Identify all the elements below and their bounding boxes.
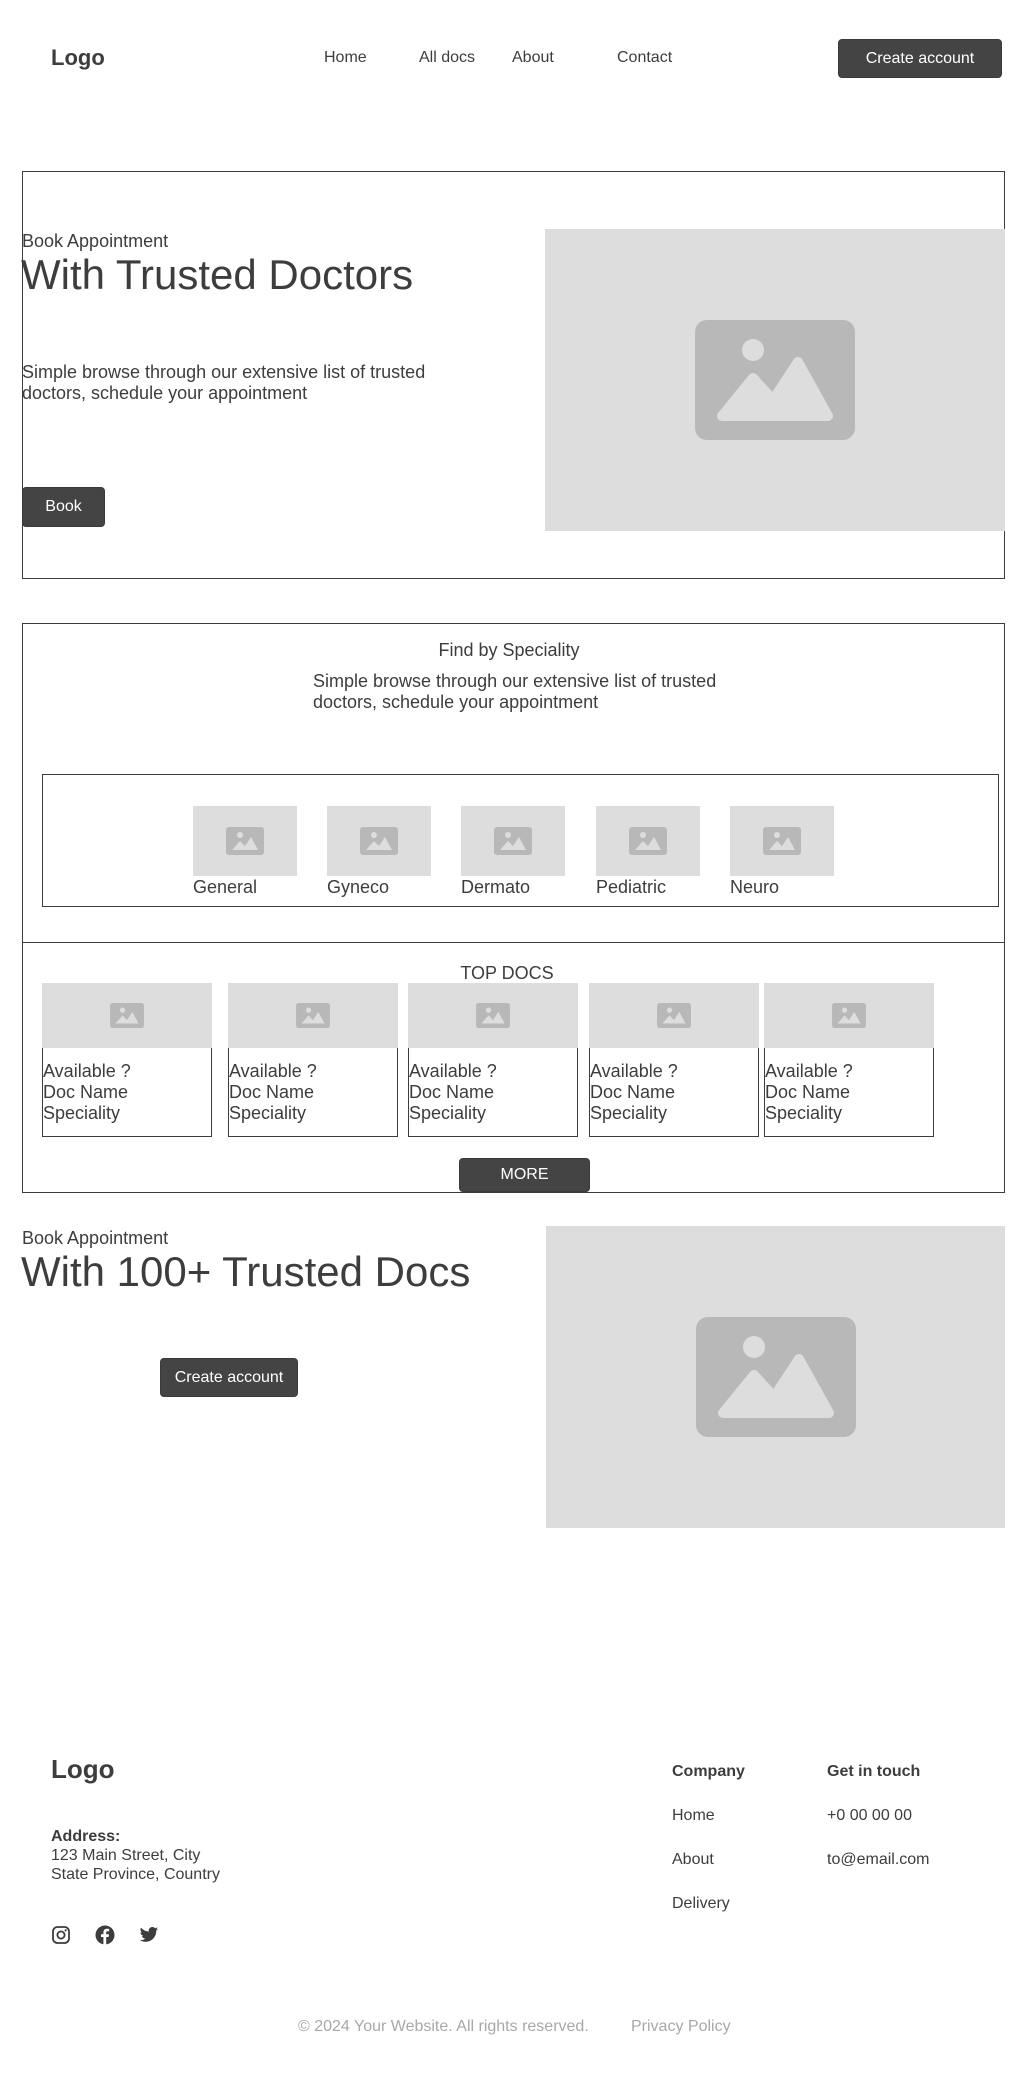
doc-speciality: Speciality <box>43 1103 121 1123</box>
doc-name: Doc Name <box>229 1082 315 1102</box>
promo-kicker: Book Appointment <box>22 1228 169 1248</box>
doc-card-body: Available ? Doc Name Speciality <box>764 1048 934 1137</box>
privacy-policy-link[interactable]: Privacy Policy <box>631 2018 731 2036</box>
doc-image <box>764 983 934 1048</box>
footer-link-delivery[interactable]: Delivery <box>672 1895 730 1913</box>
doc-image <box>408 983 578 1048</box>
more-button[interactable]: MORE <box>459 1158 590 1192</box>
speciality-item-general[interactable]: General <box>193 806 297 898</box>
image-placeholder-icon <box>360 827 398 855</box>
promo-create-account-button[interactable]: Create account <box>160 1358 298 1397</box>
nav-contact[interactable]: Contact <box>617 49 672 67</box>
nav-about[interactable]: About <box>512 49 554 67</box>
doc-card[interactable]: Available ? Doc Name Speciality <box>589 983 759 1137</box>
doc-speciality: Speciality <box>409 1103 487 1123</box>
hero-image <box>545 229 1005 531</box>
doc-card-body: Available ? Doc Name Speciality <box>408 1048 578 1137</box>
image-placeholder-icon <box>476 1003 510 1028</box>
doc-availability: Available ? <box>229 1061 317 1081</box>
promo-image <box>546 1226 1005 1528</box>
section-divider <box>22 942 1005 943</box>
doc-name: Doc Name <box>765 1082 851 1102</box>
doc-card-body: Available ? Doc Name Speciality <box>42 1048 212 1137</box>
speciality-image <box>730 806 834 876</box>
address-label: Address: <box>51 1828 121 1845</box>
doc-availability: Available ? <box>409 1061 497 1081</box>
doc-name: Doc Name <box>409 1082 495 1102</box>
create-account-button[interactable]: Create account <box>838 39 1002 78</box>
facebook-icon[interactable] <box>95 1925 115 1945</box>
speciality-title: Find by Speciality <box>438 640 580 660</box>
image-placeholder-icon <box>695 1317 856 1437</box>
hero-title: With Trusted Doctors <box>21 251 414 298</box>
doc-name: Doc Name <box>590 1082 676 1102</box>
speciality-label: Neuro <box>730 877 780 897</box>
doc-availability: Available ? <box>590 1061 678 1081</box>
speciality-item-dermato[interactable]: Dermato <box>461 806 565 898</box>
speciality-label: Gyneco <box>327 877 390 897</box>
image-placeholder-icon <box>226 827 264 855</box>
image-placeholder-icon <box>494 827 532 855</box>
speciality-label: Pediatric <box>596 877 667 897</box>
instagram-icon[interactable] <box>51 1925 71 1945</box>
doc-speciality: Speciality <box>229 1103 307 1123</box>
doc-image <box>42 983 212 1048</box>
contact-email[interactable]: to@email.com <box>827 1851 930 1869</box>
nav-all-docs[interactable]: All docs <box>419 49 475 67</box>
speciality-item-neuro[interactable]: Neuro <box>730 806 834 898</box>
book-button[interactable]: Book <box>22 487 105 527</box>
twitter-icon[interactable] <box>139 1925 159 1945</box>
doc-speciality: Speciality <box>590 1103 668 1123</box>
copyright-text: © 2024 Your Website. All rights reserved… <box>298 2018 589 2035</box>
image-placeholder-icon <box>832 1003 866 1028</box>
hero-kicker: Book Appointment <box>22 231 169 251</box>
speciality-image <box>596 806 700 876</box>
header-logo[interactable]: Logo <box>51 45 105 71</box>
promo-title: With 100+ Trusted Docs <box>21 1248 471 1295</box>
address-line-1: 123 Main Street, City <box>51 1847 201 1864</box>
footer-link-about[interactable]: About <box>672 1851 714 1869</box>
doc-card[interactable]: Available ? Doc Name Speciality <box>228 983 398 1137</box>
footer-link-home[interactable]: Home <box>672 1807 715 1825</box>
hero-description: Simple browse through our extensive list… <box>22 362 426 403</box>
doc-card[interactable]: Available ? Doc Name Speciality <box>764 983 934 1137</box>
speciality-image <box>327 806 431 876</box>
doc-name: Doc Name <box>43 1082 129 1102</box>
image-placeholder-icon <box>695 320 855 440</box>
image-placeholder-icon <box>296 1003 330 1028</box>
footer-logo[interactable]: Logo <box>51 1754 115 1785</box>
doc-availability: Available ? <box>765 1061 853 1081</box>
top-docs-title: TOP DOCS <box>460 963 554 983</box>
doc-card-body: Available ? Doc Name Speciality <box>589 1048 759 1137</box>
speciality-description: Simple browse through our extensive list… <box>313 671 717 712</box>
speciality-item-gyneco[interactable]: Gyneco <box>327 806 431 898</box>
doc-image <box>589 983 759 1048</box>
image-placeholder-icon <box>763 827 801 855</box>
address-line-2: State Province, Country <box>51 1866 220 1883</box>
speciality-image <box>461 806 565 876</box>
doc-card-body: Available ? Doc Name Speciality <box>228 1048 398 1137</box>
speciality-item-pediatric[interactable]: Pediatric <box>596 806 700 898</box>
image-placeholder-icon <box>629 827 667 855</box>
image-placeholder-icon <box>110 1003 144 1028</box>
doc-availability: Available ? <box>43 1061 131 1081</box>
company-heading: Company <box>672 1763 745 1780</box>
doc-image <box>228 983 398 1048</box>
image-placeholder-icon <box>657 1003 691 1028</box>
doc-card[interactable]: Available ? Doc Name Speciality <box>408 983 578 1137</box>
contact-heading: Get in touch <box>827 1763 921 1780</box>
doc-card[interactable]: Available ? Doc Name Speciality <box>42 983 212 1137</box>
contact-phone[interactable]: +0 00 00 00 <box>827 1807 912 1825</box>
speciality-image <box>193 806 297 876</box>
doc-speciality: Speciality <box>765 1103 843 1123</box>
speciality-label: General <box>193 877 258 897</box>
nav-home[interactable]: Home <box>324 49 367 67</box>
speciality-label: Dermato <box>461 877 531 897</box>
